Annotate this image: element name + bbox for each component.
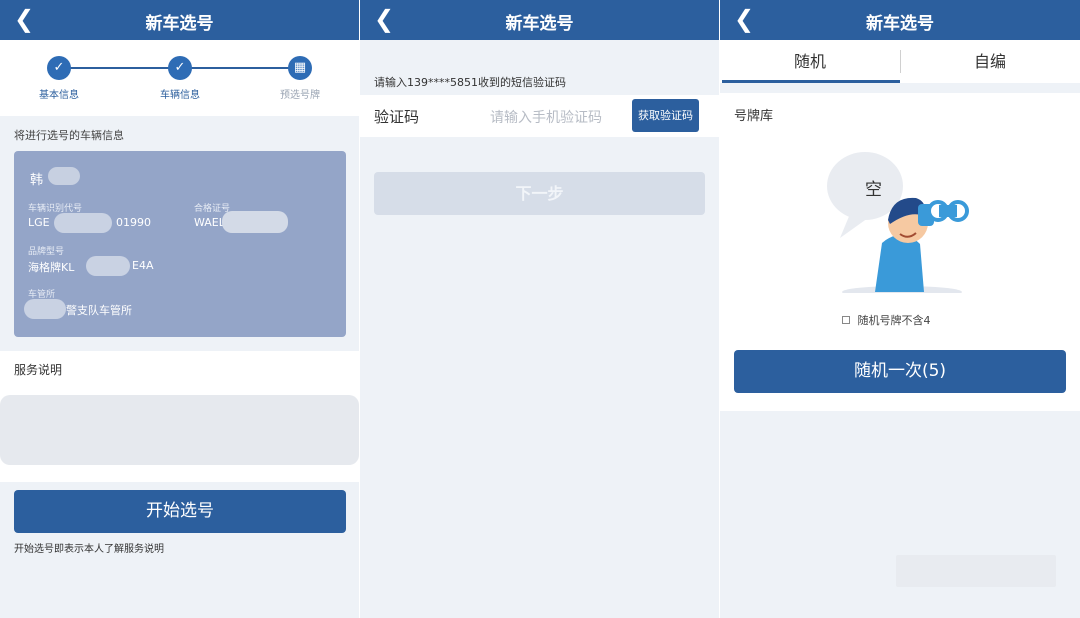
nav-bar: ❮ 新车选号 <box>720 0 1080 40</box>
page-title: 新车选号 <box>505 14 574 34</box>
step-connector <box>60 67 180 69</box>
code-label: 验证码 <box>374 108 420 126</box>
brand-label: 品牌型号 <box>28 247 65 257</box>
step-label-basic: 基本信息 <box>39 90 79 101</box>
tab-custom[interactable]: 自编 <box>900 40 1080 83</box>
vin-start: LGE <box>28 216 50 229</box>
page-title: 新车选号 <box>145 14 214 34</box>
tab-bar: 随机 自编 <box>720 40 1080 83</box>
check-icon: ✓ <box>47 56 71 80</box>
calendar-icon: ▦ <box>288 56 312 80</box>
checkbox-icon[interactable] <box>842 316 850 324</box>
tab-random[interactable]: 随机 <box>720 40 900 83</box>
blurred-text <box>24 299 66 319</box>
verification-code-row: 验证码 请输入手机验证码 获取验证码 <box>360 95 719 137</box>
exclude-four-option[interactable]: 随机号牌不含4 <box>842 312 931 328</box>
footnote: 开始选号即表示本人了解服务说明 <box>14 544 164 555</box>
blurred-text <box>54 213 112 233</box>
vehicle-info-card: 韩 车辆识别代号 LGE 01990 合格证号 WAEL 品牌型号 海格牌KL … <box>14 151 346 337</box>
sms-hint: 请输入139****5851收到的短信验证码 <box>374 76 566 89</box>
sms-verify-screen: ❮ 新车选号 请输入139****5851收到的短信验证码 验证码 请输入手机验… <box>360 0 719 618</box>
progress-steps: ✓ ✓ ▦ 基本信息 车辆信息 预选号牌 <box>0 40 359 116</box>
blurred-text <box>48 167 80 185</box>
step-label-vehicle: 车辆信息 <box>160 90 200 101</box>
empty-bubble-text: 空 <box>865 180 882 200</box>
plate-library: 号牌库 空 随机号牌不含4 随机一次(5) <box>720 93 1080 411</box>
blurred-watermark <box>896 555 1056 587</box>
check-icon: ✓ <box>168 56 192 80</box>
blurred-service-text <box>0 395 359 465</box>
active-tab-indicator <box>722 80 900 83</box>
exclude-four-label: 随机号牌不含4 <box>857 314 931 327</box>
random-once-button[interactable]: 随机一次(5) <box>734 350 1066 393</box>
nav-bar: ❮ 新车选号 <box>0 0 359 40</box>
get-code-button[interactable]: 获取验证码 <box>632 99 699 132</box>
section-label: 将进行选号的车辆信息 <box>14 129 124 142</box>
nav-bar: ❮ 新车选号 <box>360 0 719 40</box>
library-label: 号牌库 <box>734 109 774 124</box>
service-section: 服务说明 <box>0 351 359 482</box>
plate-select-screen: ❮ 新车选号 随机 自编 号牌库 空 随机号牌不含4 随机一次(5) <box>720 0 1080 618</box>
next-step-button[interactable]: 下一步 <box>374 172 705 215</box>
brand-end: E4A <box>132 259 154 272</box>
vin-end: 01990 <box>116 216 151 229</box>
page-title: 新车选号 <box>866 14 934 34</box>
vehicle-info-screen: ❮ 新车选号 ✓ ✓ ▦ 基本信息 车辆信息 预选号牌 将进行选号的车辆信息 韩… <box>0 0 359 618</box>
step-connector <box>180 67 300 69</box>
brand-start: 海格牌KL <box>28 261 75 274</box>
cert-label: 合格证号 <box>194 204 231 214</box>
office-value: 警支队车管所 <box>66 304 132 317</box>
owner-name: 韩 <box>30 173 44 188</box>
cert-value: WAEL <box>194 216 225 229</box>
blurred-text <box>222 211 288 233</box>
code-input[interactable]: 请输入手机验证码 <box>490 107 602 127</box>
start-selection-button[interactable]: 开始选号 <box>14 490 346 533</box>
blurred-text <box>86 256 130 276</box>
service-title: 服务说明 <box>14 363 63 377</box>
empty-binoculars-illustration <box>827 152 969 293</box>
step-label-plate: 预选号牌 <box>280 90 320 101</box>
